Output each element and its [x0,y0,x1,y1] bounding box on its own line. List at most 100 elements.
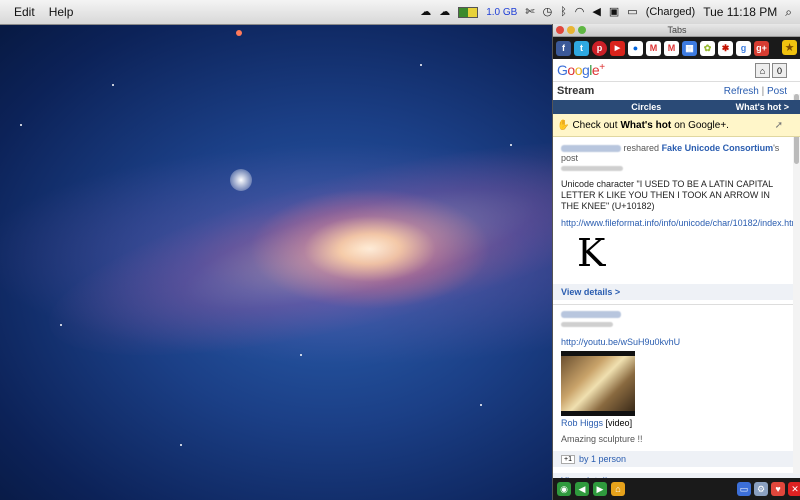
yelp-icon[interactable]: ✱ [718,40,733,56]
window-icon[interactable]: ▭ [737,482,751,496]
logo-plus: + [599,62,605,73]
memory-label: 1.0 GB [486,6,518,18]
stream-links: Refresh | Post [724,86,787,97]
post-url[interactable]: http://www.fileformat.info/info/unicode/… [561,218,799,228]
arrow-right-icon[interactable]: ▶ [593,482,607,496]
post-time-blurred [561,319,787,329]
arrow-left-icon[interactable]: ◀ [575,482,589,496]
antenna-icon[interactable]: ✄ [525,6,534,18]
home-icon[interactable]: ⌂ [611,482,625,496]
battery-icon[interactable]: ▭ [627,6,637,18]
logo-o2: o [574,62,583,78]
logo-o1: o [567,62,575,78]
post-card: reshared Fake Unicode Consortium's post … [553,137,800,305]
post-body: Amazing sculpture !! [561,434,643,444]
menu-items: Edit Help [0,5,73,19]
battery-status: (Charged) [645,6,696,18]
whats-hot-tab[interactable]: What's hot > [736,102,789,112]
post-link[interactable]: Post [767,86,787,97]
plus-one-row: +1 by 1 person [553,451,800,467]
stream-header: Stream Refresh | Post [553,82,800,100]
twitter-icon[interactable]: t [574,40,589,56]
close-icon[interactable]: ✕ [788,482,800,496]
star-icon[interactable]: ★ [782,40,797,55]
whats-hot-suffix: on Google+. [674,119,729,131]
post-body: Unicode character "I USED TO BE A LATIN … [561,179,773,211]
star [510,144,512,146]
post-action: reshared [623,143,660,153]
notification-count[interactable]: 0 [772,63,787,78]
gplus-header: Google+ ⌂ 0 [553,59,800,82]
star [300,354,302,356]
circles-bar: Circles What's hot > [553,100,800,114]
spotlight-search-icon[interactable]: ⌕ [785,6,792,18]
separator: | [761,85,765,97]
whats-hot-bold: What's hot [620,119,672,131]
menu-edit[interactable]: Edit [14,5,35,19]
star [180,444,182,446]
flickr-icon[interactable]: ● [628,40,643,56]
gmail-alt-icon[interactable]: M [664,40,679,56]
author-name-blurred[interactable] [561,145,621,153]
zoom-window-icon[interactable] [578,26,586,34]
clock[interactable]: Tue 11:18 PM [703,5,777,19]
plus-one-button[interactable]: +1 [561,454,575,464]
bottom-right-icons: ▭ ⚙ ♥ ✕ [737,482,800,496]
service-toolbar: f t p ▶ ● M M ▦ ✿ ✱ g g+ ★ [553,37,800,59]
menu-help[interactable]: Help [49,5,74,19]
video-caption: Rob Higgs [video] [561,418,787,428]
circles-tab[interactable]: Circles [557,102,736,112]
picasa-icon[interactable]: ✿ [700,40,715,56]
time-machine-icon[interactable]: ◷ [543,6,553,18]
window-controls [556,26,586,34]
author-name-blurred[interactable] [561,311,621,319]
view-details-link[interactable]: View details > [553,284,800,300]
video-thumbnail[interactable] [561,351,635,416]
post-header [561,309,787,319]
post-time-blurred [561,163,787,173]
calendar-icon[interactable]: ▦ [682,40,697,56]
star [112,84,114,86]
chat-icon[interactable]: ◉ [557,482,571,496]
whats-hot-banner[interactable]: ✋ Check out What's hot on Google+. ➚ [553,114,800,137]
status-area: ☁ ☁ 1.0 GB ✄ ◷ ᛒ ◠ ◀ ▣ ▭ (Charged) Tue 1… [420,5,800,19]
gmail-icon[interactable]: M [646,40,661,56]
wifi-icon[interactable]: ◠ [575,6,585,18]
star [230,169,252,191]
whats-hot-prefix: Check out [572,119,618,131]
settings-icon[interactable]: ⚙ [754,482,768,496]
post-source[interactable]: Fake Unicode Consortium [662,143,774,153]
minimize-window-icon[interactable] [567,26,575,34]
star [60,324,62,326]
refresh-link[interactable]: Refresh [724,86,759,97]
logo-g: G [557,62,568,78]
post-header: reshared Fake Unicode Consortium's post [561,143,787,163]
heart-icon[interactable]: ♥ [771,482,785,496]
scrollbar[interactable] [793,94,800,474]
memory-meter-icon[interactable] [458,6,479,18]
google-icon[interactable]: g [736,40,751,56]
googleplus-icon[interactable]: g+ [754,40,769,56]
star [420,64,422,66]
panel-titlebar: Tabs [553,24,800,37]
video-author[interactable]: Rob Higgs [561,418,603,428]
menu-bar: Edit Help ☁ ☁ 1.0 GB ✄ ◷ ᛒ ◠ ◀ ▣ ▭ (Char… [0,0,800,25]
cloud-icon[interactable]: ☁ [420,6,431,18]
cloud-alt-icon[interactable]: ☁ [439,6,450,18]
video-tag: [video] [605,418,633,428]
youtube-icon[interactable]: ▶ [610,40,625,56]
post-url[interactable]: http://youtu.be/wSuH9u0kvhU [561,337,787,347]
home-icon[interactable]: ⌂ [755,63,770,78]
display-icon[interactable]: ▣ [609,6,619,18]
plus-one-count[interactable]: by 1 person [579,454,626,464]
close-window-icon[interactable] [556,26,564,34]
pinterest-icon[interactable]: p [592,40,607,56]
star [236,30,242,36]
bluetooth-icon[interactable]: ᛒ [560,6,567,18]
volume-icon[interactable]: ◀ [592,6,600,18]
google-plus-logo: Google+ [557,62,605,78]
star [480,404,482,406]
facebook-icon[interactable]: f [556,40,571,56]
flame-icon: ✋ [557,119,570,131]
dismiss-arrow-icon[interactable]: ➚ [775,120,783,131]
